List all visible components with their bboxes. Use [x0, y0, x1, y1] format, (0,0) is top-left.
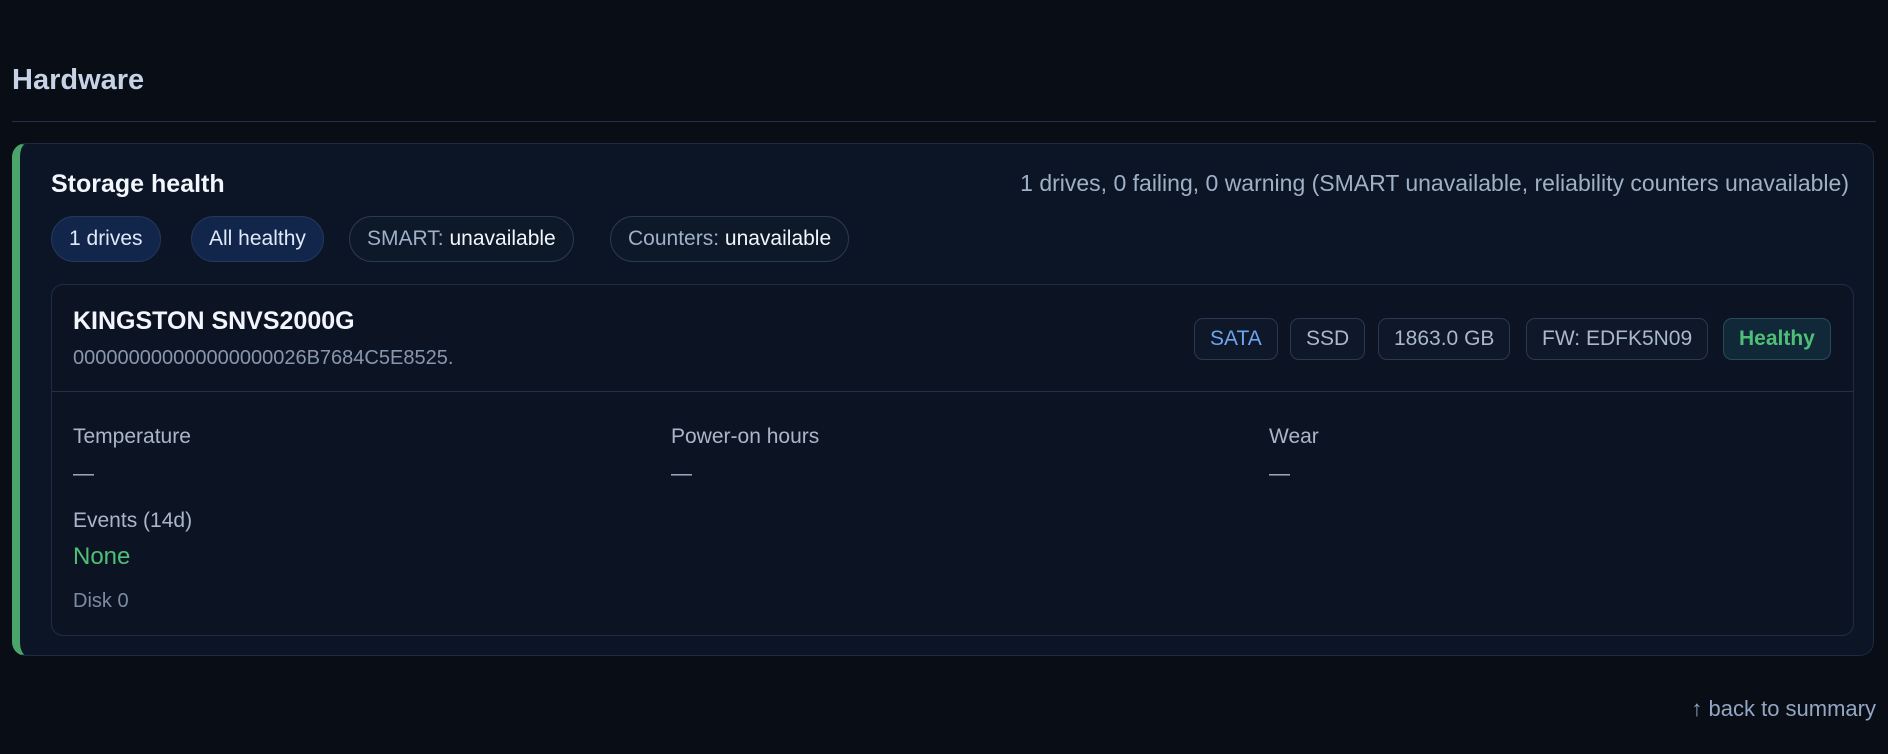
- temperature-value: —: [73, 462, 94, 485]
- hardware-page: Hardware Storage health 1 drives, 0 fail…: [0, 0, 1888, 754]
- storage-health-title: Storage health: [51, 170, 225, 198]
- counters-label: Counters:: [628, 227, 720, 250]
- back-to-summary-link[interactable]: ↑ back to summary: [1691, 696, 1876, 722]
- interface-tag: SATA: [1194, 318, 1278, 360]
- drives-count-pill: 1 drives: [51, 216, 161, 262]
- section-title: Hardware: [12, 64, 145, 96]
- drive-divider: [52, 391, 1853, 392]
- storage-health-card: Storage health 1 drives, 0 failing, 0 wa…: [12, 143, 1874, 656]
- drive-size-tag: 1863.0 GB: [1378, 318, 1511, 360]
- wear-value: —: [1269, 462, 1290, 485]
- power-on-hours-label: Power-on hours: [671, 425, 820, 448]
- counters-value: unavailable: [724, 227, 832, 250]
- wear-label: Wear: [1269, 425, 1319, 448]
- status-badge: Healthy: [1723, 318, 1831, 360]
- all-healthy-text: All healthy: [209, 227, 306, 250]
- drive-type-tag: SSD: [1290, 318, 1366, 360]
- smart-label: SMART:: [367, 227, 444, 250]
- temperature-label: Temperature: [73, 425, 191, 448]
- all-healthy-pill: All healthy: [191, 216, 324, 262]
- drive-model: KINGSTON SNVS2000G: [73, 307, 355, 335]
- power-on-hours-value: —: [671, 462, 692, 485]
- drive-serial: 000000000000000000026B7684C5E8525.: [73, 347, 454, 369]
- section-divider: [12, 121, 1876, 122]
- drive-card: KINGSTON SNVS2000G 000000000000000000026…: [51, 284, 1854, 636]
- events-value: None: [73, 543, 131, 570]
- drives-count-text: 1 drives: [69, 227, 143, 250]
- firmware-tag: FW: EDFK5N09: [1526, 318, 1709, 360]
- smart-status-pill: SMART: unavailable: [349, 216, 574, 262]
- storage-health-summary: 1 drives, 0 failing, 0 warning (SMART un…: [1020, 170, 1849, 196]
- smart-value: unavailable: [449, 227, 556, 250]
- events-label: Events (14d): [73, 509, 193, 532]
- counters-status-pill: Counters: unavailable: [610, 216, 850, 262]
- disk-index-label: Disk 0: [73, 590, 129, 612]
